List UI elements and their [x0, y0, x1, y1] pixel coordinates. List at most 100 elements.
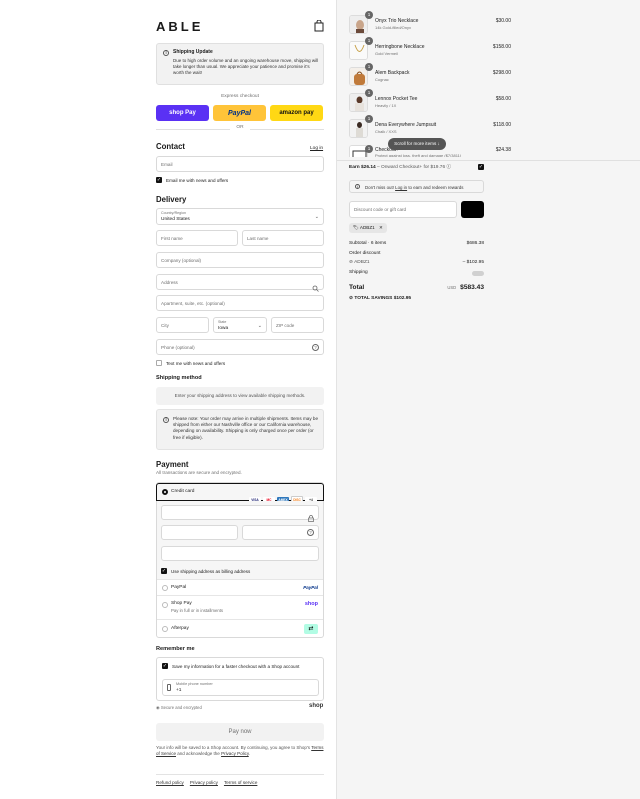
- paypal-label: PayPal: [171, 585, 187, 590]
- terms-of-service-footer-link[interactable]: Terms of service: [224, 780, 257, 785]
- rewards-text: Don't miss out! Log in to earn and redee…: [365, 185, 463, 190]
- apartment-field[interactable]: Apartment, suite, etc. (optional): [156, 295, 324, 311]
- cart-item: 1 Lennox Pocket Tee Heavily / 1X $58.00: [349, 89, 511, 119]
- security-code-field[interactable]: ?: [242, 525, 319, 540]
- item-price: $158.00: [492, 44, 511, 50]
- save-info-checkbox[interactable]: ✓: [162, 663, 168, 669]
- chevron-down-icon: ⌄: [314, 214, 319, 220]
- shipping-method-heading: Shipping method: [156, 375, 202, 381]
- shop-pay-button[interactable]: shop Pay: [156, 105, 209, 121]
- name-on-card-field[interactable]: [161, 546, 319, 561]
- item-variant: Cognac: [375, 77, 389, 82]
- company-field[interactable]: Company (optional): [156, 252, 324, 268]
- cart-item: 1 Onyx Trio Necklace 14k Gold-filled/Ony…: [349, 11, 511, 41]
- login-link[interactable]: Log in: [310, 146, 323, 151]
- privacy-policy-footer-link[interactable]: Privacy policy: [190, 780, 218, 785]
- last-name-field[interactable]: Last name: [242, 230, 324, 246]
- billing-address-checkbox[interactable]: ✓: [161, 568, 167, 574]
- earn-amount: Earn $26.14: [349, 165, 376, 170]
- address-field[interactable]: Address: [156, 274, 324, 292]
- mobile-phone-field[interactable]: Mobile phone number +1: [162, 679, 319, 696]
- earn-points-row: Earn $26.14 – Onward Checkout+ for $19.7…: [349, 164, 451, 170]
- quantity-badge: 1: [365, 115, 373, 123]
- subtotal-row: Subtotal · 6 items $686.38: [349, 241, 484, 246]
- item-variant: Protect against loss, theft and damage (…: [375, 153, 462, 157]
- state-value: Iowa: [218, 326, 229, 331]
- rewards-text-1: Don't miss out!: [365, 185, 396, 190]
- item-variant: Gold Vermeil: [375, 51, 398, 56]
- rewards-banner: i Don't miss out! Log in to earn and red…: [349, 180, 484, 193]
- rewards-login-link[interactable]: Log in: [395, 185, 407, 190]
- paypal-option[interactable]: PayPal PayPal: [157, 579, 323, 595]
- city-field[interactable]: City: [156, 317, 209, 333]
- country-value: United States: [161, 217, 190, 222]
- delivery-heading: Delivery: [156, 195, 187, 204]
- item-variant: 14k Gold-filled/Onyx: [375, 25, 412, 30]
- zip-field[interactable]: ZIP code: [271, 317, 324, 333]
- subtotal-label: Subtotal · 6 items: [349, 241, 387, 246]
- discount-code-input[interactable]: Discount code or gift card: [349, 201, 457, 218]
- savings-label: TOTAL SAVINGS: [354, 296, 393, 301]
- credit-card-radio[interactable]: [162, 489, 168, 495]
- save-info-label: Save my information for a faster checkou…: [172, 664, 300, 669]
- earn-description: – Onward Checkout+ for $19.76: [377, 165, 446, 170]
- paypal-button[interactable]: PayPal: [213, 105, 266, 121]
- notice-body: Due to high order volume and an ongoing …: [173, 58, 319, 76]
- payment-heading: Payment: [156, 460, 189, 469]
- quantity-badge: 1: [365, 37, 373, 45]
- expiration-field[interactable]: [161, 525, 238, 540]
- paypal-radio[interactable]: [162, 585, 168, 591]
- afterpay-radio[interactable]: [162, 626, 168, 632]
- shop-logo: shop: [309, 703, 324, 709]
- close-icon[interactable]: ✕: [379, 225, 383, 230]
- product-thumbnail: [349, 93, 368, 112]
- phone-field[interactable]: Phone (optional) ?: [156, 339, 324, 355]
- shipping-value-placeholder: [472, 271, 484, 276]
- mobile-phone-label: Mobile phone number: [176, 682, 213, 686]
- text-offers-checkbox[interactable]: [156, 360, 162, 366]
- item-name: Alem Backpack: [375, 70, 410, 76]
- afterpay-option[interactable]: Afterpay ⇄: [157, 619, 323, 638]
- first-name-field[interactable]: First name: [156, 230, 238, 246]
- shipment-note-text: Please note: Your order may arrive in mu…: [173, 416, 319, 440]
- shop-pay-label: Shop Pay: [171, 601, 192, 606]
- payment-options: Credit card VISA MC AMEX DISC +4 ? ✓ Use shi…: [156, 482, 324, 638]
- state-select[interactable]: State Iowa ⌄: [213, 317, 267, 333]
- shop-pay-option[interactable]: Shop Pay Pay in full or in installments …: [157, 595, 323, 619]
- apply-discount-button[interactable]: [461, 201, 484, 218]
- news-checkbox[interactable]: ✓: [156, 177, 162, 183]
- shipping-placeholder-text: Enter your shipping address to view avai…: [174, 393, 306, 398]
- card-number-field[interactable]: [161, 505, 319, 522]
- country-select[interactable]: Country/Region United States ⌄: [156, 208, 324, 225]
- help-icon[interactable]: ?: [307, 529, 314, 536]
- quantity-badge: 1: [365, 63, 373, 71]
- scroll-for-more-button[interactable]: Scroll for more items ↓: [388, 138, 446, 150]
- info-icon[interactable]: ⓘ: [447, 164, 452, 169]
- last-name-placeholder: Last name: [247, 236, 269, 241]
- tag-icon: 🏷: [353, 225, 359, 230]
- refund-policy-link[interactable]: Refund policy: [156, 780, 184, 785]
- mobile-phone-value: +1: [176, 688, 182, 693]
- checkout-plus-checkbox[interactable]: ✓: [478, 164, 484, 170]
- secure-encrypted-label: Secure and encrypted: [160, 705, 202, 710]
- card-details-panel: ? ✓ Use shipping address as billing addr…: [157, 501, 323, 579]
- item-price: $24.38: [495, 147, 511, 153]
- help-icon[interactable]: ?: [312, 344, 319, 351]
- privacy-policy-link[interactable]: Privacy Policy: [221, 751, 249, 756]
- discount-code-label: ADBZ1: [354, 260, 370, 265]
- contact-heading: Contact: [156, 142, 186, 151]
- footer-divider: [156, 774, 324, 775]
- item-price: $58.00: [495, 96, 511, 102]
- amazon-pay-button[interactable]: amazon pay: [270, 105, 323, 121]
- brand-logo[interactable]: ABLE: [156, 19, 203, 34]
- legal-text-2: and acknowledge the: [176, 751, 222, 757]
- item-name: Onyx Trio Necklace: [375, 18, 419, 24]
- state-label: State: [218, 320, 227, 324]
- shopping-bag-icon[interactable]: [314, 19, 324, 32]
- quantity-badge: 1: [365, 11, 373, 19]
- savings-value: $102.95: [393, 296, 412, 301]
- email-field[interactable]: Email: [156, 156, 324, 172]
- credit-card-option[interactable]: Credit card VISA MC AMEX DISC +4: [156, 483, 324, 504]
- shop-pay-radio[interactable]: [162, 602, 168, 608]
- pay-now-button[interactable]: Pay now: [156, 723, 324, 741]
